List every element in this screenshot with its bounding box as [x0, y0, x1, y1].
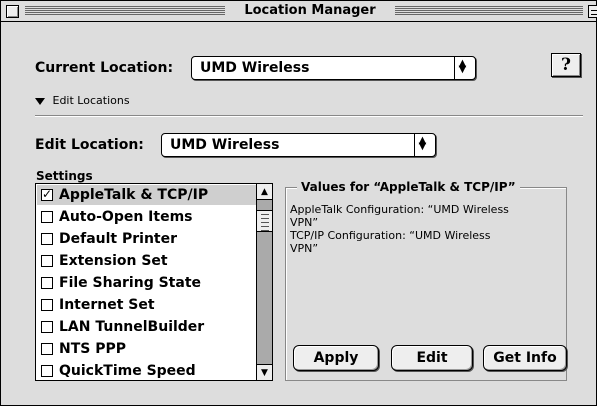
- collapse-box-icon[interactable]: [588, 5, 597, 18]
- checkbox[interactable]: [41, 299, 53, 311]
- settings-item-file-sharing-state[interactable]: File Sharing State: [37, 273, 256, 293]
- checkbox[interactable]: [41, 255, 53, 267]
- edit-button[interactable]: Edit: [391, 345, 473, 371]
- values-group-title: Values for “AppleTalk & TCP/IP”: [297, 180, 520, 194]
- settings-item-lan-tunnelbuilder[interactable]: LAN TunnelBuilder: [37, 317, 256, 337]
- settings-item-label: QuickTime Speed: [59, 363, 196, 379]
- values-line: TCP/IP Configuration: “UMD Wireless: [290, 229, 491, 242]
- up-down-arrows-icon: ▲ ▼: [454, 57, 470, 79]
- title-bar[interactable]: Location Manager: [1, 1, 597, 22]
- scroll-thumb[interactable]: [257, 210, 272, 232]
- settings-item-label: Auto-Open Items: [59, 209, 193, 225]
- settings-item-label: NTS PPP: [59, 341, 127, 357]
- edit-location-value: UMD Wireless: [170, 137, 280, 153]
- settings-item-internet-set[interactable]: Internet Set: [37, 295, 256, 315]
- values-line: VPN”: [290, 216, 319, 229]
- checkbox[interactable]: [41, 321, 53, 333]
- scroll-up-arrow-icon[interactable]: ▲: [257, 184, 272, 200]
- help-button[interactable]: ?: [551, 53, 581, 77]
- settings-item-label: Extension Set: [59, 253, 168, 269]
- settings-list[interactable]: AppleTalk & TCP/IP Auto-Open Items Defau…: [35, 183, 273, 381]
- window-title: Location Manager: [228, 3, 392, 19]
- settings-item-nts-ppp[interactable]: NTS PPP: [37, 339, 256, 359]
- settings-item-label: Default Printer: [59, 231, 178, 247]
- location-manager-window: Location Manager Current Location: UMD W…: [0, 0, 597, 406]
- disclosure-triangle-down-icon[interactable]: [35, 97, 45, 105]
- edit-locations-disclosure[interactable]: Edit Locations: [35, 94, 130, 107]
- values-line: VPN”: [290, 242, 319, 255]
- checkbox[interactable]: [41, 233, 53, 245]
- checkbox[interactable]: [41, 343, 53, 355]
- settings-scrollbar[interactable]: ▲ ▼: [256, 184, 272, 380]
- settings-item-label: Internet Set: [59, 297, 155, 313]
- current-location-popup[interactable]: UMD Wireless ▲ ▼: [191, 56, 476, 80]
- get-info-button[interactable]: Get Info: [483, 345, 567, 371]
- settings-item-appletalk-tcpip[interactable]: AppleTalk & TCP/IP: [37, 185, 256, 205]
- settings-item-auto-open-items[interactable]: Auto-Open Items: [37, 207, 256, 227]
- close-box-icon[interactable]: [6, 5, 19, 18]
- apply-button[interactable]: Apply: [293, 345, 379, 371]
- checkbox[interactable]: [41, 186, 53, 202]
- settings-item-default-printer[interactable]: Default Printer: [37, 229, 256, 249]
- settings-label: Settings: [36, 169, 93, 183]
- title-stripes-right: [395, 5, 583, 16]
- values-text: AppleTalk Configuration: “UMD Wireless V…: [290, 203, 562, 255]
- values-line: AppleTalk Configuration: “UMD Wireless: [290, 203, 509, 216]
- settings-item-quicktime-speed[interactable]: QuickTime Speed: [37, 361, 256, 381]
- checkbox[interactable]: [41, 211, 53, 223]
- checkbox[interactable]: [41, 365, 53, 377]
- current-location-label: Current Location:: [35, 60, 174, 76]
- scroll-down-arrow-icon[interactable]: ▼: [257, 364, 272, 380]
- settings-item-label: LAN TunnelBuilder: [59, 319, 205, 335]
- edit-location-popup[interactable]: UMD Wireless ▲ ▼: [161, 133, 436, 157]
- section-divider: [35, 115, 583, 117]
- settings-item-label: AppleTalk & TCP/IP: [59, 187, 209, 203]
- edit-location-label: Edit Location:: [35, 137, 144, 153]
- up-down-arrows-icon: ▲ ▼: [414, 134, 430, 156]
- current-location-value: UMD Wireless: [200, 60, 310, 76]
- checkbox[interactable]: [41, 277, 53, 289]
- title-stripes-left: [25, 5, 225, 16]
- edit-locations-label: Edit Locations: [52, 94, 130, 107]
- settings-item-label: File Sharing State: [59, 275, 202, 291]
- settings-item-extension-set[interactable]: Extension Set: [37, 251, 256, 271]
